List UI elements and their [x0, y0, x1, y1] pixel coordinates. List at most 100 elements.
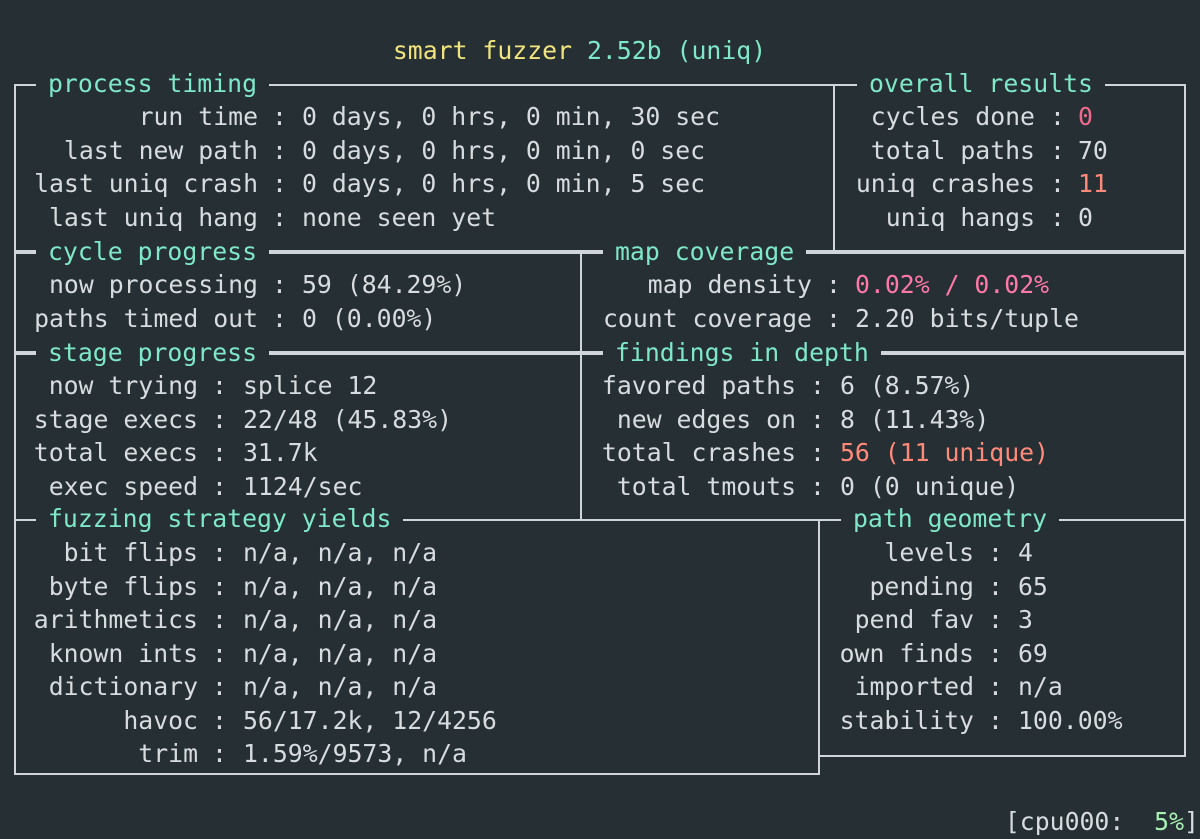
own-finds-sep: :: [988, 639, 1003, 668]
havoc-value: 56/17.2k, 12/4256: [243, 706, 497, 735]
total-paths-label: total paths: [870, 136, 1035, 165]
app-header: smart fuzzer 2.52b (uniq): [363, 0, 766, 65]
now-processing-label: now processing: [48, 270, 258, 299]
cycles-done-label: cycles done: [870, 102, 1035, 131]
total-tmouts-sep: :: [810, 472, 825, 501]
run-time-sep: :: [272, 102, 287, 131]
new-edges-on-label: new edges on: [616, 405, 796, 434]
bit-flips-sep: :: [212, 538, 227, 567]
last-new-path-label: last new path: [63, 136, 258, 165]
stage-progress-title: stage progress: [36, 336, 270, 370]
own-finds-value: 69: [1018, 639, 1048, 668]
trim-value: 1.59%/9573, n/a: [243, 739, 467, 768]
path-geometry-title: path geometry: [841, 502, 1060, 536]
last-uniq-hang-sep: :: [272, 203, 287, 232]
uniq-hangs-sep: :: [1050, 203, 1065, 232]
cycles-done-sep: :: [1050, 102, 1065, 131]
total-tmouts-value: 0 (0 unique): [840, 472, 1020, 501]
exec-speed-sep: :: [212, 472, 227, 501]
favored-paths-sep: :: [810, 371, 825, 400]
last-new-path-value: 0 days, 0 hrs, 0 min, 0 sec: [302, 136, 706, 165]
last-uniq-crash-sep: :: [272, 169, 287, 198]
trim-label: trim: [138, 739, 198, 768]
stability-sep: :: [988, 706, 1003, 735]
arithmetics-value: n/a, n/a, n/a: [243, 605, 438, 634]
cpu-label: [cpu000:: [1004, 807, 1125, 836]
total-crashes-sep: :: [810, 438, 825, 467]
pend-fav-sep: :: [988, 605, 1003, 634]
havoc-label: havoc: [123, 706, 198, 735]
map-coverage-title: map coverage: [603, 235, 807, 269]
pend-fav-label: pend fav: [854, 605, 974, 634]
app-mode: (uniq): [676, 36, 767, 65]
dictionary-label: dictionary: [48, 672, 198, 701]
map-density-value: 0.02% / 0.02%: [855, 270, 1050, 299]
levels-value: 4: [1018, 538, 1033, 567]
paths-timed-out-label: paths timed out: [34, 304, 258, 333]
uniq-crashes-label: uniq crashes: [855, 169, 1035, 198]
cpu-close: ]: [1184, 807, 1199, 836]
last-uniq-hang-value: none seen yet: [302, 203, 497, 232]
uniq-crashes-sep: :: [1050, 169, 1065, 198]
total-execs-label: total execs: [33, 438, 198, 467]
imported-sep: :: [988, 672, 1003, 701]
paths-timed-out-value: 0 (0.00%): [302, 304, 437, 333]
known-ints-value: n/a, n/a, n/a: [243, 639, 438, 668]
levels-label: levels: [884, 538, 974, 567]
own-finds-label: own finds: [839, 639, 974, 668]
now-processing-value: 59 (84.29%): [302, 270, 467, 299]
total-paths-sep: :: [1050, 136, 1065, 165]
paths-timed-out-sep: :: [272, 304, 287, 333]
cycle-progress-title: cycle progress: [36, 235, 270, 269]
total-paths-value: 70: [1078, 136, 1108, 165]
process-timing-title: process timing: [36, 67, 270, 101]
favored-paths-label: favored paths: [601, 371, 796, 400]
cycles-done-value: 0: [1078, 102, 1093, 131]
total-crashes-value: 56 (11 unique): [840, 438, 1050, 467]
exec-speed-label: exec speed: [48, 472, 198, 501]
dictionary-sep: :: [212, 672, 227, 701]
pend-fav-value: 3: [1018, 605, 1033, 634]
stage-execs-sep: :: [212, 405, 227, 434]
map-density-sep: :: [826, 270, 841, 299]
uniq-hangs-label: uniq hangs: [885, 203, 1035, 232]
havoc-sep: :: [212, 706, 227, 735]
now-trying-label: now trying: [48, 371, 198, 400]
stability-value: 100.00%: [1018, 706, 1123, 735]
count-coverage-value: 2.20 bits/tuple: [855, 304, 1079, 333]
pending-sep: :: [988, 572, 1003, 601]
stage-execs-label: stage execs: [33, 405, 198, 434]
imported-label: imported: [854, 672, 974, 701]
run-time-label: run time: [138, 102, 258, 131]
last-uniq-crash-label: last uniq crash: [34, 169, 258, 198]
total-execs-value: 31.7k: [243, 438, 318, 467]
findings-in-depth-title: findings in depth: [603, 336, 881, 370]
byte-flips-label: byte flips: [48, 572, 198, 601]
arithmetics-label: arithmetics: [33, 605, 198, 634]
app-name: smart fuzzer: [392, 36, 573, 65]
pending-value: 65: [1018, 572, 1048, 601]
arithmetics-sep: :: [212, 605, 227, 634]
levels-sep: :: [988, 538, 1003, 567]
now-trying-sep: :: [212, 371, 227, 400]
fuzzing-strategy-yields-title: fuzzing strategy yields: [36, 502, 404, 536]
imported-value: n/a: [1018, 672, 1063, 701]
now-processing-sep: :: [272, 270, 287, 299]
uniq-crashes-value: 11: [1078, 169, 1108, 198]
last-uniq-crash-value: 0 days, 0 hrs, 0 min, 5 sec: [302, 169, 706, 198]
dictionary-value: n/a, n/a, n/a: [243, 672, 438, 701]
bit-flips-value: n/a, n/a, n/a: [243, 538, 438, 567]
stability-label: stability: [839, 706, 974, 735]
run-time-value: 0 days, 0 hrs, 0 min, 30 sec: [302, 102, 721, 131]
known-ints-label: known ints: [48, 639, 198, 668]
new-edges-on-value: 8 (11.43%): [840, 405, 990, 434]
cpu-value: 5%: [1154, 807, 1185, 836]
stage-execs-value: 22/48 (45.83%): [243, 405, 453, 434]
count-coverage-label: count coverage: [602, 304, 812, 333]
bit-flips-label: bit flips: [63, 538, 198, 567]
exec-speed-value: 1124/sec: [243, 472, 363, 501]
total-tmouts-label: total tmouts: [616, 472, 796, 501]
total-crashes-label: total crashes: [601, 438, 796, 467]
trim-sep: :: [212, 739, 227, 768]
favored-paths-value: 6 (8.57%): [840, 371, 975, 400]
